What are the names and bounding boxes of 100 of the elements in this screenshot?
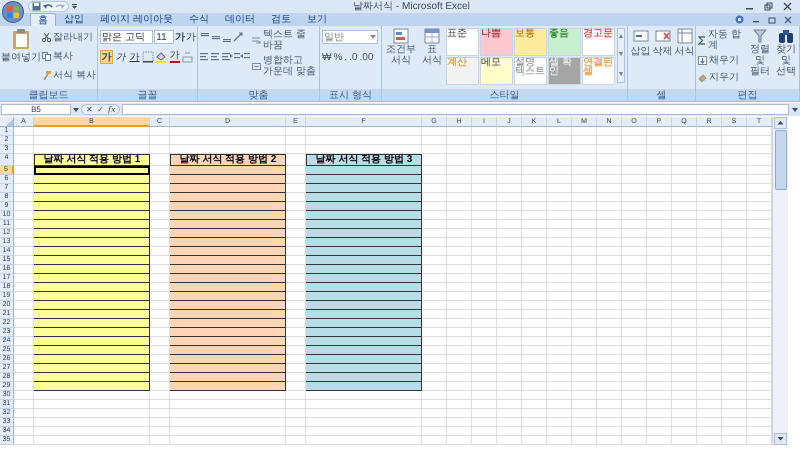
cell-style-swatch[interactable]: 보통 (514, 28, 547, 56)
table-cell[interactable] (306, 166, 422, 175)
formula-field[interactable] (122, 104, 789, 115)
clipboard-button[interactable]: 서식 복사 (42, 66, 96, 85)
table-cell[interactable] (34, 301, 150, 310)
table-cell[interactable] (306, 256, 422, 265)
table-cell[interactable] (170, 301, 286, 310)
table-cell[interactable] (34, 265, 150, 274)
table-cell[interactable] (170, 202, 286, 211)
number-format-button[interactable]: .0 (349, 52, 358, 63)
font-name-field[interactable]: 맑은 고딕 (100, 30, 154, 44)
table-cell[interactable] (34, 310, 150, 319)
fill-color-icon[interactable] (155, 51, 167, 63)
table-cell[interactable] (306, 238, 422, 247)
table-cell[interactable] (170, 229, 286, 238)
table-cell[interactable] (34, 382, 150, 391)
table-cell[interactable] (306, 355, 422, 364)
cell-command-button[interactable]: 삽입 (630, 28, 651, 57)
table-cell[interactable] (34, 166, 150, 175)
close-icon[interactable] (783, 2, 792, 11)
conditional-format-button[interactable]: 조건부 서식 (384, 28, 418, 66)
number-format-button[interactable]: .00 (359, 52, 374, 63)
table-cell[interactable] (306, 301, 422, 310)
table-cell[interactable] (170, 382, 286, 391)
cell-command-button[interactable]: 삭제 (652, 28, 673, 57)
ribbon-tab[interactable]: 삽입 (56, 13, 92, 26)
table-cell[interactable] (306, 283, 422, 292)
table-cell[interactable] (170, 211, 286, 220)
table-cell[interactable] (306, 382, 422, 391)
table-cell[interactable] (306, 346, 422, 355)
table-cell[interactable] (306, 175, 422, 184)
table-format-button[interactable]: 표 서식 (420, 28, 444, 66)
table-cell[interactable] (34, 364, 150, 373)
table-cell[interactable] (306, 337, 422, 346)
customize-caret-icon[interactable] (71, 3, 78, 10)
ribbon-tab[interactable]: 검토 (262, 13, 299, 26)
table-cell[interactable] (306, 220, 422, 229)
table-cell[interactable] (170, 166, 286, 175)
table-header[interactable]: 날짜 서식 적용 방법 2 (170, 154, 286, 166)
table-cell[interactable] (34, 229, 150, 238)
eraser-icon[interactable] (698, 73, 707, 82)
number-format-button[interactable]: % (333, 52, 342, 63)
table-cell[interactable] (170, 373, 286, 382)
table-cell[interactable] (170, 247, 286, 256)
table-cell[interactable] (34, 193, 150, 202)
table-cell[interactable] (170, 193, 286, 202)
expand-icon[interactable] (791, 106, 799, 114)
clipboard-button[interactable]: 복사 (42, 47, 96, 66)
table-cell[interactable] (34, 274, 150, 283)
sort-filter-button[interactable]: 정렬 및 필터 (748, 28, 772, 77)
table-cell[interactable] (170, 265, 286, 274)
table-cell[interactable] (170, 238, 286, 247)
table-cell[interactable] (34, 211, 150, 220)
scissors-icon[interactable] (42, 33, 51, 42)
select-all-corner[interactable] (0, 117, 14, 127)
name-box[interactable]: B5 (1, 104, 71, 115)
insert-function-button[interactable]: fx (108, 105, 116, 114)
table-cell[interactable] (306, 184, 422, 193)
table-cell[interactable] (170, 328, 286, 337)
font-style-button[interactable]: 가 (128, 50, 141, 64)
table-cell[interactable] (34, 292, 150, 301)
table-cell[interactable] (170, 184, 286, 193)
clipboard-button[interactable]: 잘라내기 (42, 28, 96, 47)
table-cell[interactable] (306, 265, 422, 274)
table-cell[interactable] (306, 274, 422, 283)
table-cell[interactable] (34, 256, 150, 265)
table-cell[interactable] (34, 328, 150, 337)
table-cell[interactable] (170, 283, 286, 292)
copy-icon[interactable] (42, 52, 51, 61)
fill-down-icon[interactable] (698, 56, 707, 65)
wrap-text-icon[interactable] (252, 36, 261, 44)
scroll-up-icon[interactable] (774, 117, 787, 129)
shrink-font-button[interactable]: 가 (186, 30, 196, 44)
cell-command-button[interactable]: 서식 (674, 28, 695, 57)
table-cell[interactable] (34, 247, 150, 256)
table-cell[interactable] (306, 373, 422, 382)
table-cell[interactable] (34, 319, 150, 328)
table-cell[interactable] (306, 202, 422, 211)
cell-style-swatch[interactable]: 표준 (446, 28, 479, 56)
table-cell[interactable] (170, 175, 286, 184)
cell-style-swatch[interactable]: 경고문 (582, 28, 615, 56)
ribbon-tab[interactable]: 데이터 (216, 13, 263, 26)
table-cell[interactable] (34, 346, 150, 355)
table-cell[interactable] (306, 364, 422, 373)
help-icon[interactable] (735, 15, 744, 24)
save-icon[interactable] (32, 2, 41, 11)
ribbon-tab[interactable]: 홈 (30, 13, 56, 26)
font-style-button[interactable]: 가 (100, 50, 113, 64)
phonetic-icon[interactable] (182, 52, 193, 62)
scroll-thumb[interactable] (774, 130, 786, 190)
table-cell[interactable] (306, 229, 422, 238)
align-icon[interactable] (210, 52, 220, 62)
table-cell[interactable] (34, 220, 150, 229)
vertical-scrollbar[interactable] (772, 117, 788, 445)
table-cell[interactable] (170, 256, 286, 265)
table-cell[interactable] (34, 175, 150, 184)
cell-style-swatch[interactable]: 설명 텍스트 (514, 57, 547, 85)
table-header[interactable]: 날짜 서식 적용 방법 1 (34, 154, 150, 166)
table-cell[interactable] (170, 319, 286, 328)
table-cell[interactable] (34, 184, 150, 193)
